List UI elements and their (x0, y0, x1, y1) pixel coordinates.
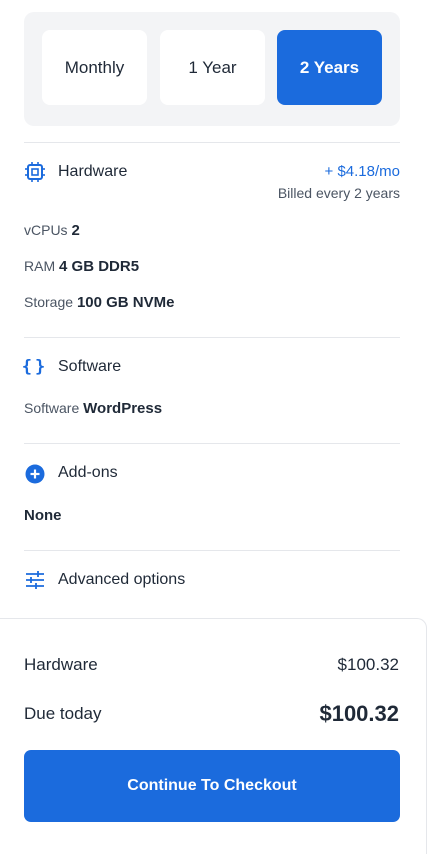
hardware-title: Hardware (58, 163, 128, 180)
billing-period-selector: Monthly 1 Year 2 Years (24, 12, 400, 126)
period-2-years-button[interactable]: 2 Years (277, 30, 382, 105)
spec-value: WordPress (83, 400, 163, 417)
hardware-price: + $4.18/mo (324, 163, 400, 180)
divider (24, 142, 400, 143)
spec-storage: Storage 100 GB NVMe (24, 294, 174, 311)
spec-software: Software WordPress (24, 400, 162, 417)
chip-icon (24, 161, 46, 183)
spec-ram: RAM 4 GB DDR5 (24, 258, 139, 275)
continue-to-checkout-button[interactable]: Continue To Checkout (24, 750, 400, 822)
software-title: Software (58, 358, 122, 375)
spec-label: RAM (24, 258, 56, 274)
period-1-year-button[interactable]: 1 Year (160, 30, 265, 105)
spec-value: 2 (71, 222, 80, 239)
divider (24, 337, 400, 338)
spec-value: 4 GB DDR5 (59, 258, 140, 275)
spec-vcpus: vCPUs 2 (24, 222, 80, 239)
due-today-label: Due today (24, 704, 102, 723)
divider (24, 443, 400, 444)
advanced-options-toggle[interactable]: Advanced options (58, 571, 185, 589)
billing-note: Billed every 2 years (277, 185, 400, 201)
addons-title: Add-ons (58, 464, 118, 481)
divider (24, 550, 400, 551)
spec-label: Software (24, 400, 80, 416)
summary-hardware-label: Hardware (24, 655, 98, 674)
spec-value: 100 GB NVMe (76, 294, 175, 311)
summary-hardware-value: $100.32 (337, 655, 399, 674)
sliders-icon[interactable] (24, 569, 46, 591)
addons-value: None (24, 507, 62, 524)
braces-icon: {} (21, 357, 49, 377)
plus-circle-icon (24, 463, 46, 485)
period-monthly-button[interactable]: Monthly (42, 30, 147, 105)
spec-label: vCPUs (24, 222, 68, 238)
due-today-value: $100.32 (319, 701, 399, 726)
spec-label: Storage (24, 294, 74, 310)
